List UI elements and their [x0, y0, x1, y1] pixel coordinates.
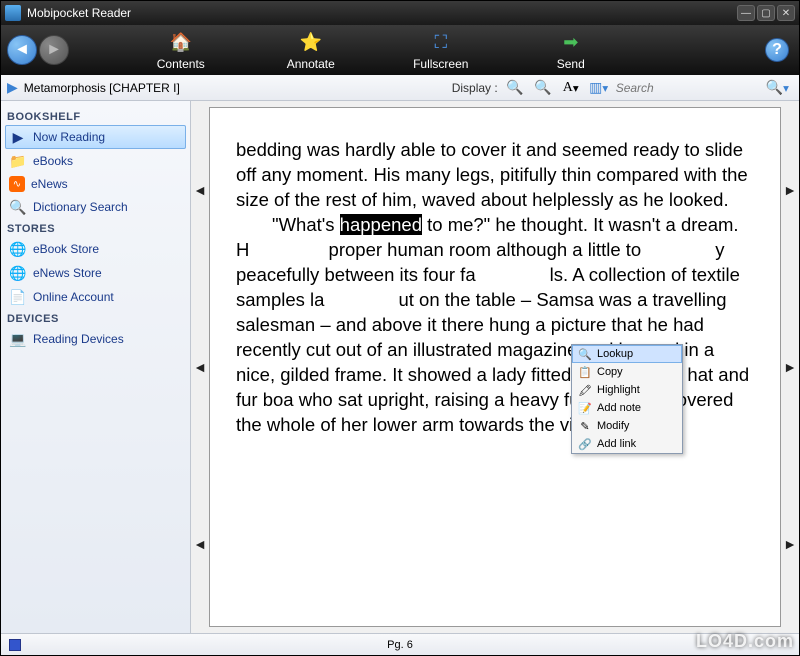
layout-button[interactable]: ▥▾ [588, 78, 610, 98]
search-icon: 🔍 [9, 198, 27, 216]
rss-icon: ∿ [9, 176, 25, 192]
fullscreen-button[interactable]: ⛶ Fullscreen [376, 29, 506, 71]
ctx-add-note[interactable]: 📝Add note [572, 399, 682, 417]
lookup-icon: 🔍 [578, 347, 592, 361]
copy-icon: 📋 [578, 365, 592, 379]
device-icon: 💻 [9, 330, 27, 348]
prev-section-button[interactable]: ◄ [193, 182, 207, 198]
font-size-button[interactable]: A▾ [560, 78, 582, 98]
ctx-highlight[interactable]: 🖍Highlight [572, 381, 682, 399]
sidebar-item-ebook-store[interactable]: 🌐eBook Store [5, 237, 186, 261]
sidebar-item-reading-devices[interactable]: 💻Reading Devices [5, 327, 186, 351]
send-icon: ➡ [558, 29, 584, 55]
maximize-button[interactable]: ▢ [757, 5, 775, 21]
page-nav-left: ◄ ◄ ◄ [191, 101, 209, 633]
page-number: Pg. 6 [387, 639, 413, 651]
reader-page[interactable]: bedding was hardly able to cover it and … [209, 107, 781, 627]
sub-toolbar: ▶ Metamorphosis [CHAPTER I] Display : 🔍 … [1, 75, 799, 101]
help-button[interactable]: ? [765, 38, 789, 62]
main-toolbar: ◄ ► 🏠 Contents ⭐ Annotate ⛶ Fullscreen ➡… [1, 25, 799, 75]
page-text: bedding was hardly able to cover it and … [236, 139, 748, 210]
page-nav-right: ► ► ► [781, 101, 799, 633]
minimize-button[interactable]: — [737, 5, 755, 21]
context-menu: 🔍Lookup 📋Copy 🖍Highlight 📝Add note ✎Modi… [571, 344, 683, 454]
sidebar-item-online-account[interactable]: 📄Online Account [5, 285, 186, 309]
close-button[interactable]: ✕ [777, 5, 795, 21]
account-icon: 📄 [9, 288, 27, 306]
sidebar-item-dictionary[interactable]: 🔍Dictionary Search [5, 195, 186, 219]
send-button[interactable]: ➡ Send [506, 29, 636, 71]
sidebar-header-devices: DEVICES [5, 309, 186, 327]
contents-button[interactable]: 🏠 Contents [116, 29, 246, 71]
star-icon: ⭐ [298, 29, 324, 55]
modify-icon: ✎ [578, 419, 592, 433]
zoom-out-button[interactable]: 🔍 [504, 78, 526, 98]
progress-indicator[interactable] [9, 639, 21, 651]
annotate-button[interactable]: ⭐ Annotate [246, 29, 376, 71]
sidebar-header-stores: STORES [5, 219, 186, 237]
ctx-lookup[interactable]: 🔍Lookup [572, 345, 682, 363]
status-bar: Pg. 6 [1, 633, 799, 655]
app-window: Mobipocket Reader — ▢ ✕ ◄ ► 🏠 Contents ⭐… [0, 0, 800, 656]
home-icon: 🏠 [168, 29, 194, 55]
content-area: ◄ ◄ ◄ bedding was hardly able to cover i… [191, 101, 799, 633]
sidebar-item-ebooks[interactable]: 📁eBooks [5, 149, 186, 173]
sidebar-header-bookshelf: BOOKSHELF [5, 107, 186, 125]
globe-icon: 🌐 [9, 240, 27, 258]
search-go-button[interactable]: 🔍▾ [762, 79, 793, 96]
prev-section-button-3[interactable]: ◄ [193, 536, 207, 552]
titlebar: Mobipocket Reader — ▢ ✕ [1, 1, 799, 25]
play-icon: ▶ [7, 79, 18, 96]
folder-icon: 📁 [9, 152, 27, 170]
note-icon: 📝 [578, 401, 592, 415]
highlight-icon: 🖍 [578, 383, 592, 397]
back-button[interactable]: ◄ [7, 35, 37, 65]
display-label: Display : [452, 81, 498, 95]
sidebar-item-enews[interactable]: ∿eNews [5, 173, 186, 195]
ctx-copy[interactable]: 📋Copy [572, 363, 682, 381]
book-open-icon: ▶ [9, 128, 27, 146]
forward-button[interactable]: ► [39, 35, 69, 65]
selected-text[interactable]: happened [340, 214, 422, 235]
link-icon: 🔗 [578, 437, 592, 451]
ctx-modify[interactable]: ✎Modify [572, 417, 682, 435]
sidebar: BOOKSHELF ▶Now Reading 📁eBooks ∿eNews 🔍D… [1, 101, 191, 633]
sidebar-item-enews-store[interactable]: 🌐eNews Store [5, 261, 186, 285]
search-input[interactable] [616, 78, 756, 98]
app-icon [5, 5, 21, 21]
breadcrumb: Metamorphosis [CHAPTER I] [24, 81, 446, 95]
globe-rss-icon: 🌐 [9, 264, 27, 282]
next-section-button[interactable]: ► [783, 182, 797, 198]
app-title: Mobipocket Reader [27, 6, 131, 20]
fullscreen-icon: ⛶ [428, 29, 454, 55]
sidebar-item-now-reading[interactable]: ▶Now Reading [5, 125, 186, 149]
prev-section-button-2[interactable]: ◄ [193, 359, 207, 375]
ctx-add-link[interactable]: 🔗Add link [572, 435, 682, 453]
zoom-in-button[interactable]: 🔍 [532, 78, 554, 98]
next-section-button-3[interactable]: ► [783, 536, 797, 552]
next-section-button-2[interactable]: ► [783, 359, 797, 375]
